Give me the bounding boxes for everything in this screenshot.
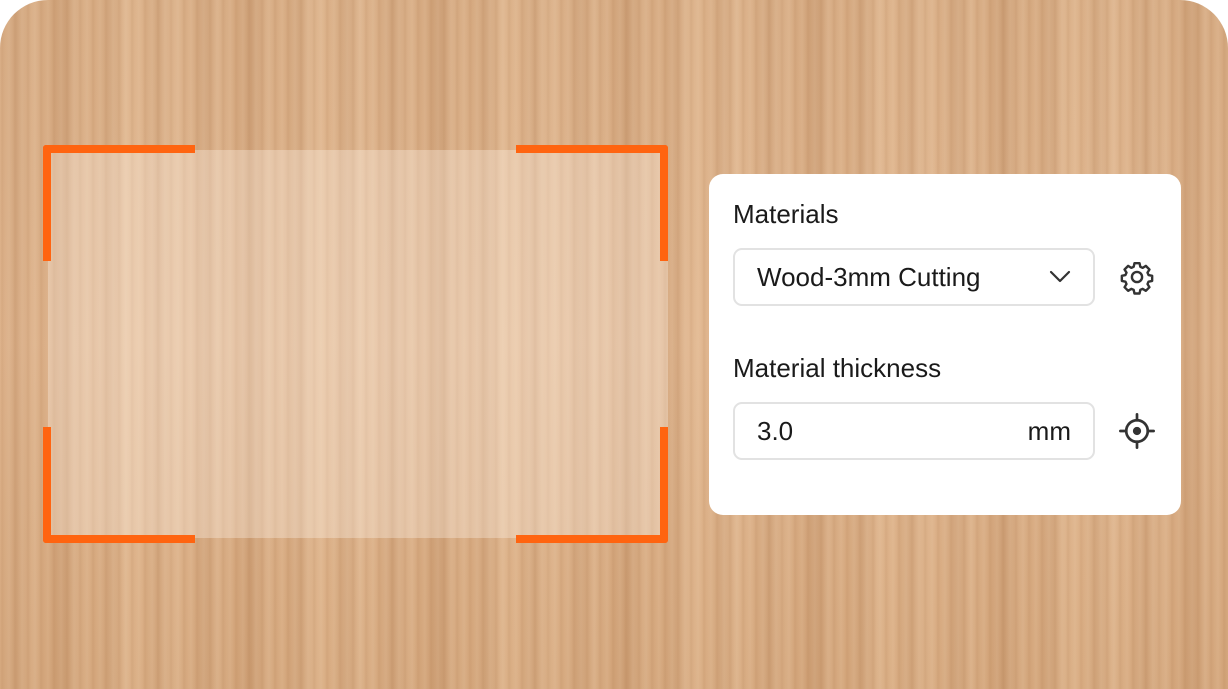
materials-label: Materials (733, 199, 839, 229)
thickness-label: Material thickness (733, 353, 942, 383)
gear-icon[interactable] (1117, 257, 1157, 297)
chevron-down-icon (1049, 266, 1071, 288)
materials-selected-value: Wood-3mm Cutting (757, 261, 981, 292)
material-settings-panel: Materials Wood-3mm Cutting Material thic… (709, 174, 1181, 515)
crosshair-icon[interactable] (1117, 411, 1157, 451)
scan-frame-corner-bottom-left (43, 427, 195, 543)
thickness-row: 3.0 mm (733, 402, 1157, 460)
thickness-unit: mm (1027, 415, 1071, 446)
camera-preview: Materials Wood-3mm Cutting Material thic… (0, 0, 1228, 689)
materials-row: Wood-3mm Cutting (733, 248, 1157, 306)
scan-frame-corner-bottom-right (516, 427, 668, 543)
materials-dropdown[interactable]: Wood-3mm Cutting (733, 248, 1095, 306)
scan-frame-corner-top-right (516, 145, 668, 261)
thickness-value: 3.0 (757, 415, 794, 446)
scan-frame-corner-top-left (43, 145, 195, 261)
thickness-input[interactable]: 3.0 mm (733, 402, 1095, 460)
